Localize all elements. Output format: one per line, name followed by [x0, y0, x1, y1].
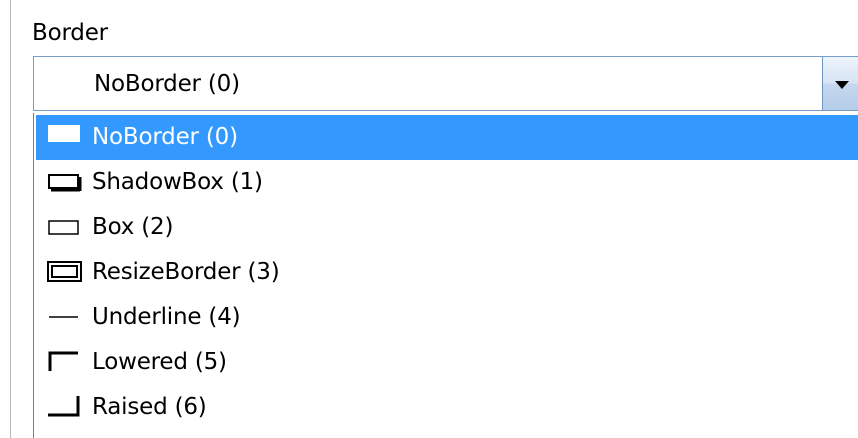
no-border-icon [46, 115, 88, 160]
option-label: Box (2) [92, 214, 174, 240]
option-lowered[interactable]: Lowered (5) [36, 340, 858, 385]
panel-left-rule [10, 0, 11, 438]
option-noborder[interactable]: NoBorder (0) [36, 115, 858, 160]
border-options-list: NoBorder (0) ShadowBox (1) Box (2) Resiz… [33, 113, 858, 438]
raised-icon [46, 385, 88, 430]
option-resizeborder[interactable]: ResizeBorder (3) [36, 250, 858, 295]
option-underline[interactable]: Underline (4) [36, 295, 858, 340]
underline-icon [46, 295, 88, 340]
option-label: NoBorder (0) [92, 124, 238, 150]
border-selected-value: NoBorder (0) [94, 71, 240, 97]
resize-border-icon [46, 250, 88, 295]
option-label: ShadowBox (1) [92, 169, 263, 195]
lowered-icon [46, 340, 88, 385]
option-label: ResizeBorder (3) [92, 259, 280, 285]
option-box[interactable]: Box (2) [36, 205, 858, 250]
option-label: Raised (6) [92, 394, 207, 420]
option-shadowbox[interactable]: ShadowBox (1) [36, 160, 858, 205]
shadow-box-icon [46, 160, 88, 205]
border-label: Border [32, 20, 108, 46]
option-raised[interactable]: Raised (6) [36, 385, 858, 430]
chevron-down-icon [835, 81, 849, 89]
box-icon [46, 205, 88, 250]
option-label: Underline (4) [92, 304, 241, 330]
border-combobox[interactable]: NoBorder (0) [33, 56, 858, 111]
option-label: Lowered (5) [92, 349, 227, 375]
dropdown-button[interactable] [822, 57, 858, 110]
